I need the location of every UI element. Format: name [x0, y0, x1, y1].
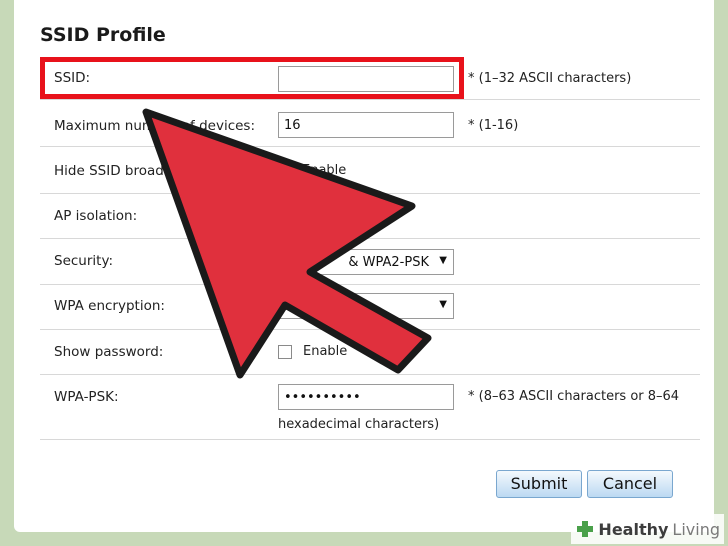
pointer-arrow-icon: [142, 108, 432, 379]
brand-name-part1: Healthy: [598, 519, 669, 539]
plus-leaf-icon: [577, 521, 594, 537]
brand-watermark: Healthy Living: [571, 514, 724, 544]
brand-name-part2: Living: [672, 519, 720, 539]
